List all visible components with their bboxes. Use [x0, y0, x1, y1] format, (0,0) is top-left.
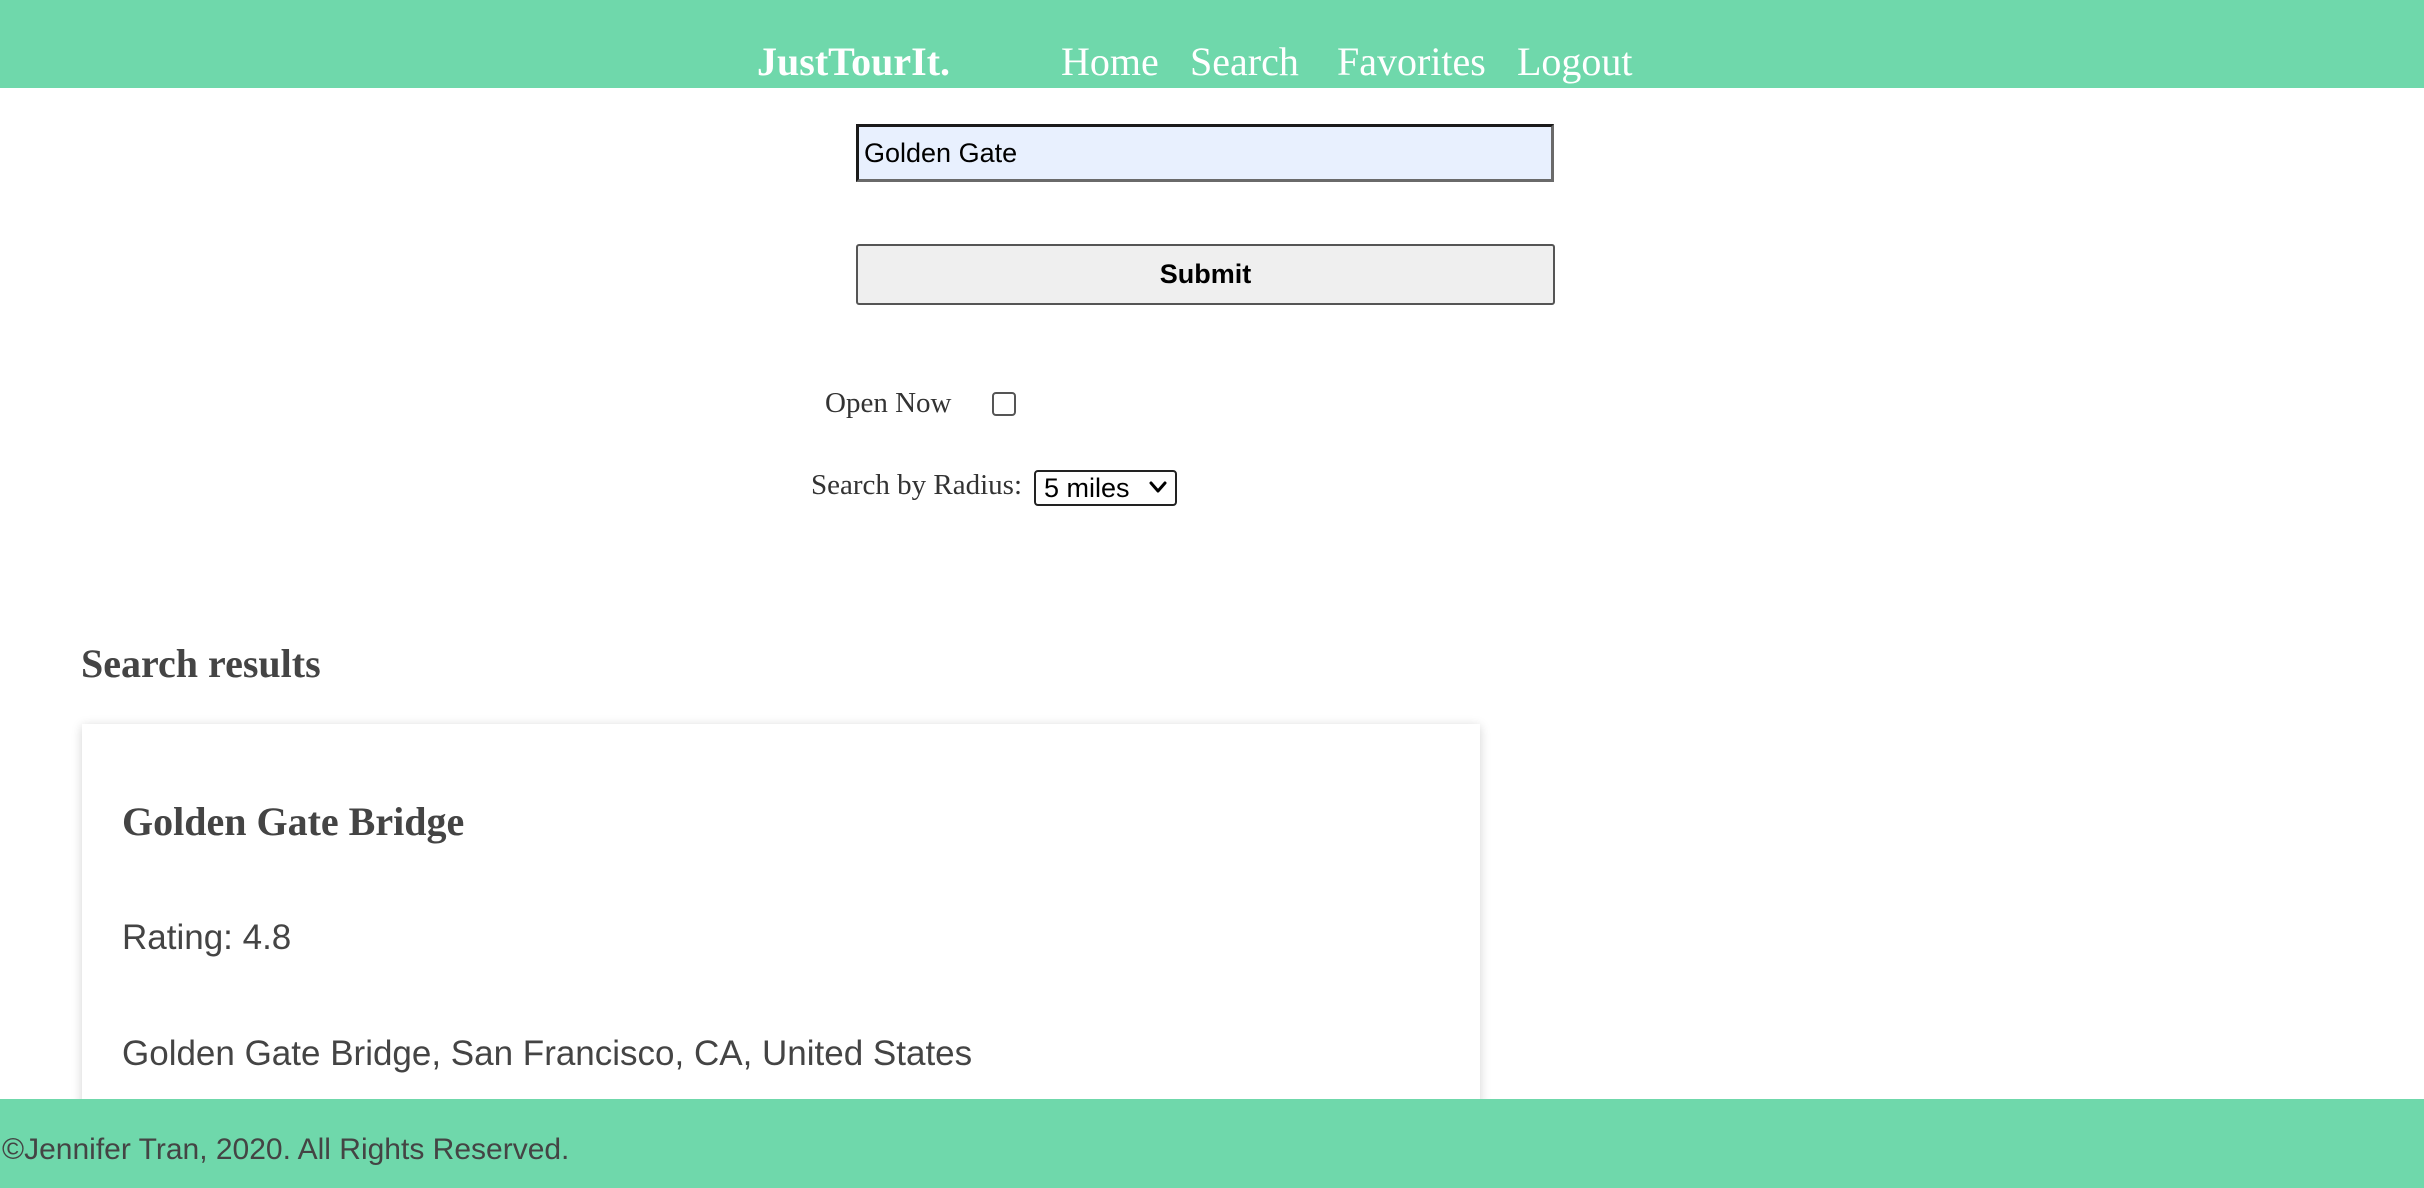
- result-address: Golden Gate Bridge, San Francisco, CA, U…: [122, 1034, 973, 1073]
- search-input[interactable]: [856, 124, 1554, 182]
- radius-select[interactable]: 5 miles: [1034, 470, 1177, 506]
- nav-link-favorites[interactable]: Favorites: [1337, 38, 1486, 85]
- top-navbar: JustTourIt. Home Search Favorites Logout: [0, 0, 2424, 88]
- chevron-down-icon: [1149, 481, 1167, 493]
- nav-link-home[interactable]: Home: [1061, 38, 1159, 85]
- nav-link-search[interactable]: Search: [1190, 38, 1299, 85]
- brand-logo[interactable]: JustTourIt.: [757, 38, 950, 85]
- open-now-checkbox[interactable]: [992, 392, 1016, 416]
- footer-copyright: ©Jennifer Tran, 2020. All Rights Reserve…: [2, 1133, 570, 1166]
- submit-button[interactable]: Submit: [856, 244, 1555, 305]
- result-rating: Rating: 4.8: [122, 918, 292, 957]
- radius-label: Search by Radius:: [811, 469, 1023, 501]
- search-results-heading: Search results: [81, 641, 321, 686]
- result-title[interactable]: Golden Gate Bridge: [122, 798, 464, 845]
- nav-link-logout[interactable]: Logout: [1517, 38, 1633, 85]
- footer: ©Jennifer Tran, 2020. All Rights Reserve…: [0, 1099, 2424, 1188]
- radius-select-value: 5 miles: [1044, 473, 1130, 503]
- open-now-label: Open Now: [825, 387, 952, 419]
- result-card[interactable]: Golden Gate Bridge Rating: 4.8 Golden Ga…: [82, 724, 1480, 1124]
